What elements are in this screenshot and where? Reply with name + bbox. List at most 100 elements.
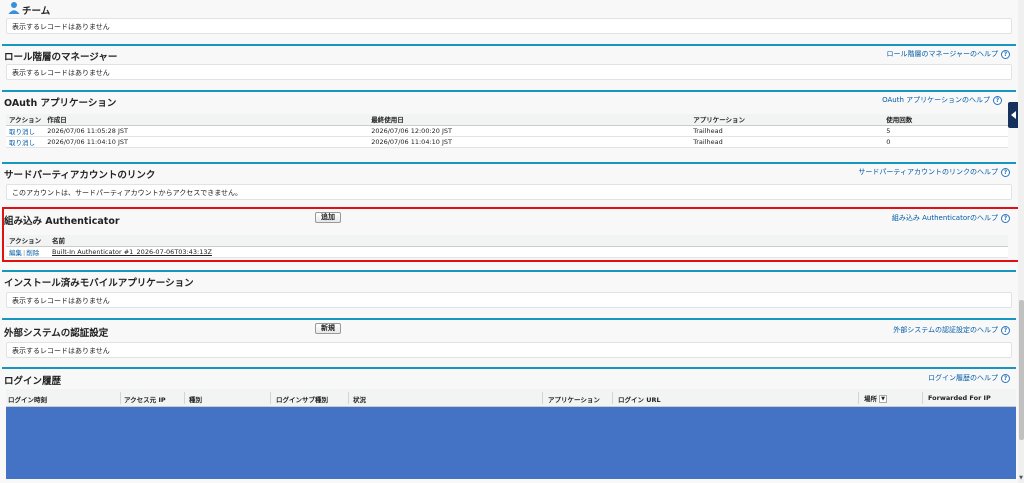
- application-name: Trailhead: [690, 136, 884, 148]
- column-divider: [858, 392, 859, 404]
- login-history-redacted-area: [6, 407, 1016, 479]
- column-header: アクション: [6, 235, 49, 247]
- new-external-auth-button[interactable]: 新規: [315, 323, 341, 334]
- team-empty-message: 表示するレコードはありません: [6, 18, 1012, 34]
- column-header[interactable]: アクセス元 IP: [124, 394, 166, 404]
- column-header: アクション: [6, 114, 45, 126]
- sort-down-icon[interactable]: ▼: [879, 395, 887, 403]
- oauth-header: OAuth アプリケーション OAuth アプリケーションのヘルプ ?: [2, 92, 1016, 109]
- role-managers-header: ロール階層のマネージャー ロール階層のマネージャーのヘルプ ?: [2, 46, 1016, 63]
- role-managers-title: ロール階層のマネージャー: [4, 52, 118, 63]
- team-title: チーム: [22, 6, 51, 17]
- location-column-header[interactable]: 場所 ▼: [864, 393, 887, 403]
- column-divider: [120, 392, 121, 404]
- third-party-section: サードパーティアカウントのリンク サードパーティアカウントのリンクのヘルプ ? …: [2, 162, 1016, 206]
- login-history-header: ログイン履歴 ログイン履歴のヘルプ ?: [2, 369, 1016, 387]
- oauth-table-header: アクション 作成日 最終使用日 アプリケーション 使用回数: [6, 114, 1008, 126]
- column-header-label: 場所: [864, 395, 877, 403]
- third-party-help-link[interactable]: サードパーティアカウントのリンクのヘルプ: [858, 167, 998, 177]
- authenticator-name-link[interactable]: Built-In Authenticator #1_2026-07-06T03:…: [52, 248, 212, 256]
- column-header[interactable]: ログイン URL: [618, 394, 661, 404]
- use-count: 0: [883, 136, 1008, 148]
- column-header[interactable]: 状況: [353, 394, 366, 404]
- table-row: 取り消し 2026/07/06 11:04:10 JST 2026/07/06 …: [6, 136, 1008, 148]
- action-separator: |: [23, 248, 26, 257]
- last-used-date: 2026/07/06 12:00:20 JST: [368, 125, 691, 137]
- external-auth-help-link[interactable]: 外部システムの認証設定のヘルプ: [893, 325, 998, 335]
- column-header[interactable]: ログインサブ種別: [276, 394, 328, 404]
- authenticator-table-header: アクション 名前: [6, 235, 1008, 247]
- revoke-link[interactable]: 取り消し: [6, 136, 45, 148]
- add-authenticator-button[interactable]: 追加: [315, 212, 341, 223]
- login-history-help-link[interactable]: ログイン履歴のヘルプ: [928, 373, 998, 383]
- role-managers-empty-message: 表示するレコードはありません: [6, 64, 1012, 80]
- column-divider: [184, 392, 185, 404]
- column-header: 使用回数: [883, 114, 1008, 126]
- column-divider: [270, 392, 271, 404]
- role-managers-section: ロール階層のマネージャー ロール階層のマネージャーのヘルプ ? 表示するレコード…: [2, 44, 1016, 90]
- oauth-help: OAuth アプリケーションのヘルプ ?: [882, 95, 1002, 105]
- authenticator-title: 組み込み Authenticator: [4, 216, 120, 227]
- authenticator-table: アクション 名前 編集|削除 Built-In Authenticator #1…: [6, 235, 1008, 258]
- scrollbar-thumb[interactable]: [1019, 300, 1024, 440]
- oauth-title: OAuth アプリケーション: [4, 98, 117, 109]
- application-name: Trailhead: [690, 125, 884, 137]
- column-header: 作成日: [44, 114, 369, 126]
- column-divider: [922, 392, 923, 404]
- last-used-date: 2026/07/06 11:04:10 JST: [368, 136, 691, 148]
- help-icon[interactable]: ?: [1001, 167, 1010, 177]
- oauth-section: OAuth アプリケーション OAuth アプリケーションのヘルプ ? アクショ…: [2, 90, 1016, 162]
- user-icon: [8, 1, 20, 16]
- edit-link[interactable]: 編集: [9, 249, 22, 257]
- mobile-apps-title: インストール済みモバイルアプリケーション: [4, 278, 194, 289]
- authenticator-help-link[interactable]: 組み込み Authenticatorのヘルプ: [892, 213, 998, 223]
- mobile-apps-section: インストール済みモバイルアプリケーション 表示するレコードはありません: [2, 270, 1016, 318]
- use-count: 5: [883, 125, 1008, 137]
- column-header: 最終使用日: [368, 114, 691, 126]
- column-header[interactable]: ログイン時刻: [8, 394, 47, 404]
- role-managers-help: ロール階層のマネージャーのヘルプ ?: [886, 49, 1010, 59]
- help-icon[interactable]: ?: [1001, 49, 1010, 59]
- authenticator-help: 組み込み Authenticatorのヘルプ ?: [892, 213, 1010, 223]
- authenticator-header: 組み込み Authenticator 追加 組み込み Authenticator…: [2, 207, 1016, 227]
- created-date: 2026/07/06 11:05:28 JST: [44, 125, 369, 137]
- scroll-down-arrow-icon[interactable]: ▼: [1018, 475, 1024, 481]
- third-party-message: このアカウントは、サードパーティアカウントからアクセスできません。: [6, 184, 1012, 200]
- third-party-header: サードパーティアカウントのリンク サードパーティアカウントのリンクのヘルプ ?: [2, 164, 1016, 181]
- oauth-help-link[interactable]: OAuth アプリケーションのヘルプ: [882, 95, 990, 105]
- table-row: 編集|削除 Built-In Authenticator #1_2026-07-…: [6, 246, 1008, 258]
- login-history-table-header: ログイン時刻 アクセス元 IP 種別 ログインサブ種別 状況 アプリケーション …: [6, 389, 1016, 407]
- third-party-title: サードパーティアカウントのリンク: [4, 170, 156, 181]
- column-header: アプリケーション: [690, 114, 884, 126]
- authenticator-section: 組み込み Authenticator 追加 組み込み Authenticator…: [2, 207, 1016, 262]
- team-header: チーム: [2, 0, 1016, 17]
- mobile-apps-empty-message: 表示するレコードはありません: [6, 292, 1012, 308]
- created-date: 2026/07/06 11:04:10 JST: [44, 136, 369, 148]
- help-icon[interactable]: ?: [993, 95, 1002, 105]
- column-header[interactable]: 種別: [189, 394, 202, 404]
- page-scrollbar[interactable]: ▼: [1018, 0, 1024, 483]
- column-header: 名前: [49, 235, 1008, 247]
- external-auth-empty-message: 表示するレコードはありません: [6, 342, 1012, 358]
- delete-link[interactable]: 削除: [26, 249, 39, 257]
- third-party-help: サードパーティアカウントのリンクのヘルプ ?: [858, 167, 1010, 177]
- authenticator-name: Built-In Authenticator #1_2026-07-06T03:…: [49, 246, 1008, 258]
- team-section: チーム 表示するレコードはありません: [2, 0, 1016, 44]
- column-divider: [542, 392, 543, 404]
- column-header[interactable]: Forwarded For IP: [928, 394, 991, 402]
- table-row: 取り消し 2026/07/06 11:05:28 JST 2026/07/06 …: [6, 125, 1008, 137]
- help-icon[interactable]: ?: [1001, 213, 1010, 223]
- column-header[interactable]: アプリケーション: [548, 394, 600, 404]
- help-icon[interactable]: ?: [1001, 325, 1010, 335]
- oauth-table: アクション 作成日 最終使用日 アプリケーション 使用回数 取り消し 2026/…: [6, 114, 1008, 148]
- authenticator-actions: 編集|削除: [6, 246, 49, 258]
- external-auth-title: 外部システムの認証設定: [4, 328, 109, 339]
- revoke-link[interactable]: 取り消し: [6, 125, 45, 137]
- mobile-apps-header: インストール済みモバイルアプリケーション: [2, 272, 1016, 289]
- column-divider: [612, 392, 613, 404]
- column-divider: [348, 392, 349, 404]
- login-history-help: ログイン履歴のヘルプ ?: [928, 373, 1010, 383]
- role-managers-help-link[interactable]: ロール階層のマネージャーのヘルプ: [886, 49, 998, 59]
- external-auth-help: 外部システムの認証設定のヘルプ ?: [893, 325, 1010, 335]
- help-icon[interactable]: ?: [1001, 373, 1010, 383]
